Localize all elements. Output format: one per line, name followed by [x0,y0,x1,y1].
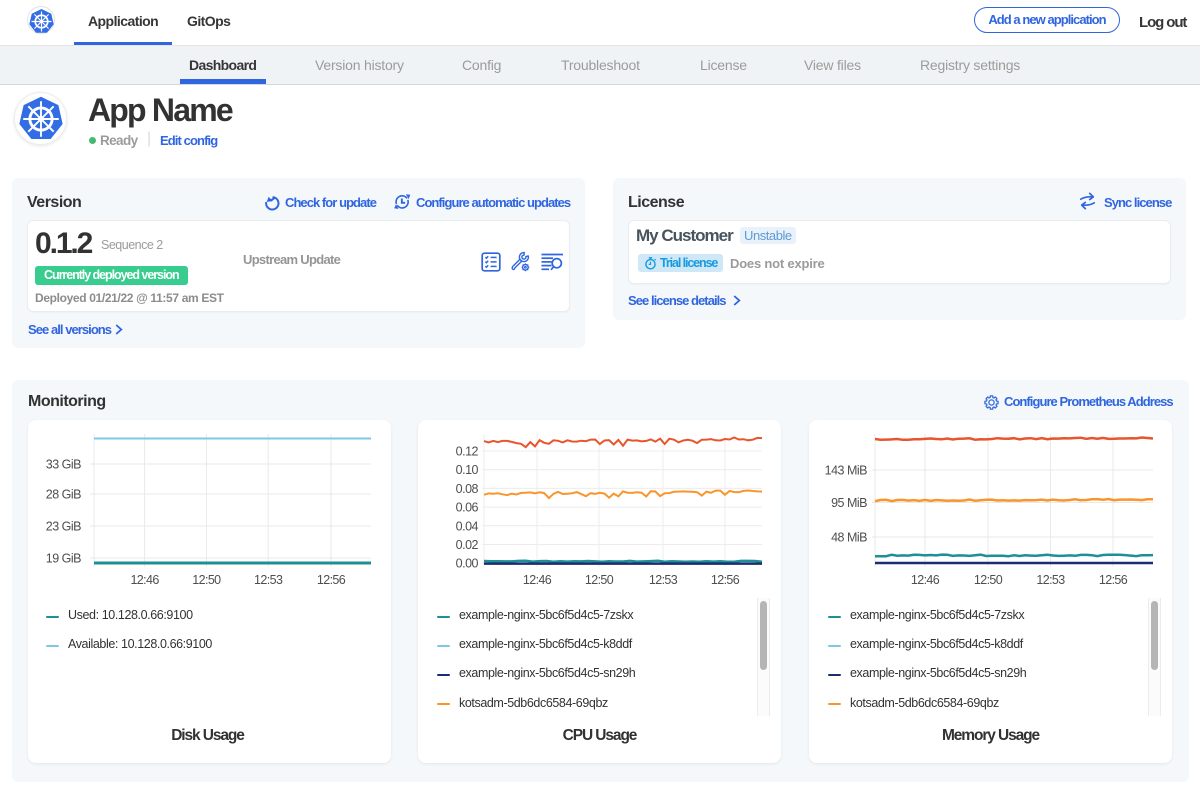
svg-text:12:50: 12:50 [974,573,1003,587]
svg-text:12:56: 12:56 [711,573,740,587]
svg-text:12:53: 12:53 [1036,573,1065,587]
svg-text:12:46: 12:46 [911,573,940,587]
svg-text:95 MiB: 95 MiB [831,496,867,510]
svg-text:48 MiB: 48 MiB [831,531,867,545]
svg-text:12:46: 12:46 [130,573,159,587]
svg-text:0.00: 0.00 [456,557,479,571]
svg-text:19 GiB: 19 GiB [46,552,81,566]
svg-text:12:56: 12:56 [1099,573,1128,587]
svg-text:0.10: 0.10 [456,463,479,477]
svg-text:12:50: 12:50 [585,573,614,587]
svg-text:23 GiB: 23 GiB [46,520,81,534]
svg-text:0.02: 0.02 [456,538,479,552]
svg-text:33 GiB: 33 GiB [46,458,81,472]
svg-text:12:46: 12:46 [523,573,552,587]
svg-text:0.12: 0.12 [456,445,479,459]
svg-text:143 MiB: 143 MiB [825,464,868,478]
svg-text:28 GiB: 28 GiB [46,488,81,502]
svg-text:0.08: 0.08 [456,482,479,496]
svg-text:12:56: 12:56 [317,573,346,587]
svg-text:12:50: 12:50 [192,573,221,587]
svg-text:12:53: 12:53 [254,573,283,587]
svg-text:12:53: 12:53 [649,573,678,587]
svg-text:0.06: 0.06 [456,501,479,515]
svg-text:0.04: 0.04 [456,519,479,533]
